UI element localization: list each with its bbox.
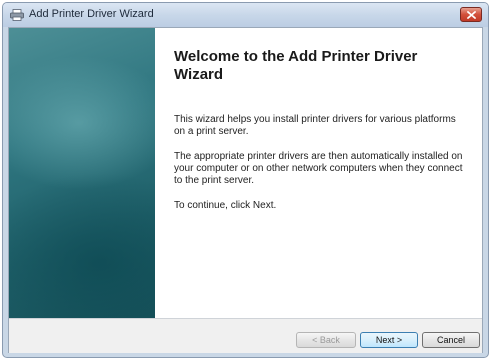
page-title: Welcome to the Add Printer Driver Wizard: [174, 48, 418, 83]
close-button[interactable]: [460, 7, 482, 22]
wizard-window: Add Printer Driver Wizard Welcome to the…: [2, 2, 489, 358]
wizard-banner-image: [9, 28, 155, 318]
close-icon: [467, 11, 476, 19]
cancel-button[interactable]: Cancel: [422, 332, 480, 348]
next-button[interactable]: Next >: [360, 332, 418, 348]
wizard-client-area: Welcome to the Add Printer Driver Wizard…: [8, 27, 483, 353]
wizard-content-panel: Welcome to the Add Printer Driver Wizard…: [155, 28, 482, 318]
printer-icon: [10, 8, 24, 21]
button-bar: < Back Next > Cancel: [9, 318, 482, 353]
title-bar[interactable]: Add Printer Driver Wizard: [3, 3, 488, 27]
window-title: Add Printer Driver Wizard: [29, 8, 154, 20]
details-paragraph: The appropriate printer drivers are then…: [174, 151, 463, 186]
back-button[interactable]: < Back: [296, 332, 356, 348]
continue-instruction: To continue, click Next.: [174, 200, 277, 211]
intro-paragraph: This wizard helps you install printer dr…: [174, 114, 456, 137]
